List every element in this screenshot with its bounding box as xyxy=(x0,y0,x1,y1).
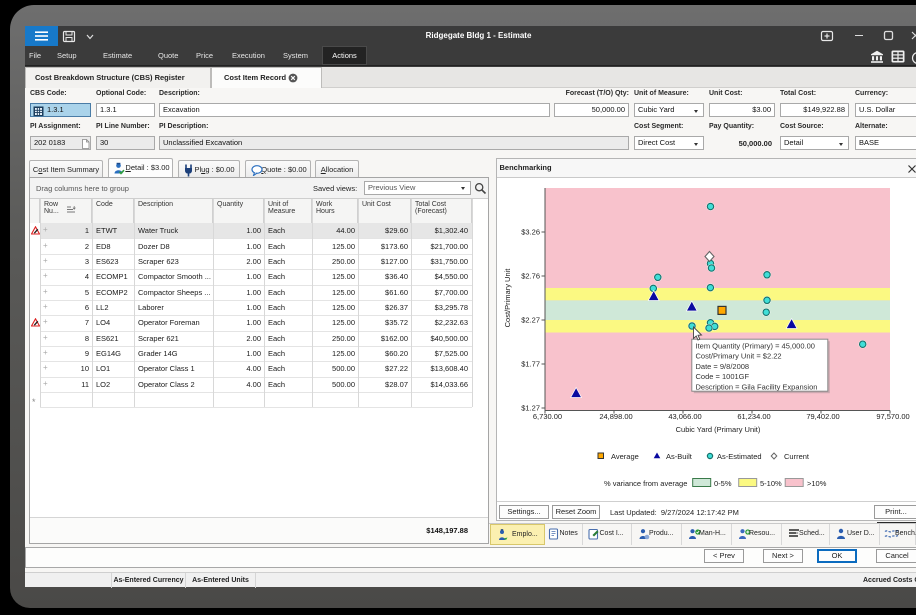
svg-text:$3.26: $3.26 xyxy=(521,228,540,237)
svg-text:% variance from average: % variance from average xyxy=(604,479,687,488)
svg-text:Code = 1001GF: Code = 1001GF xyxy=(696,372,750,381)
svg-text:$2.76: $2.76 xyxy=(521,272,540,281)
svg-text:$1.77: $1.77 xyxy=(521,360,540,369)
svg-text:6,730.00: 6,730.00 xyxy=(533,412,562,421)
svg-text:Cost/Primary Unit = $2.22: Cost/Primary Unit = $2.22 xyxy=(696,352,782,361)
svg-text:Cost/Primary Unit: Cost/Primary Unit xyxy=(503,268,512,328)
svg-text:Item Quantity (Primary) = 45,0: Item Quantity (Primary) = 45,000.00 xyxy=(696,342,815,351)
svg-text:As-Estimated: As-Estimated xyxy=(717,452,762,461)
svg-text:61,234.00: 61,234.00 xyxy=(737,412,770,421)
svg-text:Current: Current xyxy=(784,452,810,461)
svg-text:43,066.00: 43,066.00 xyxy=(668,412,701,421)
svg-text:$2.27: $2.27 xyxy=(521,316,540,325)
svg-text:Cubic Yard (Primary Unit): Cubic Yard (Primary Unit) xyxy=(676,425,761,434)
svg-text:As-Built: As-Built xyxy=(666,452,693,461)
svg-text:Date = 9/8/2008: Date = 9/8/2008 xyxy=(696,362,750,371)
svg-text:97,570.00: 97,570.00 xyxy=(876,412,909,421)
svg-text:Description = Gila Facility Ex: Description = Gila Facility Expansion xyxy=(696,382,818,391)
svg-text:Average: Average xyxy=(611,452,639,461)
svg-text:0-5%: 0-5% xyxy=(714,479,732,488)
svg-text:79,402.00: 79,402.00 xyxy=(806,412,839,421)
svg-text:>10%: >10% xyxy=(807,479,827,488)
svg-text:5-10%: 5-10% xyxy=(760,479,782,488)
svg-text:24,898.00: 24,898.00 xyxy=(599,412,632,421)
